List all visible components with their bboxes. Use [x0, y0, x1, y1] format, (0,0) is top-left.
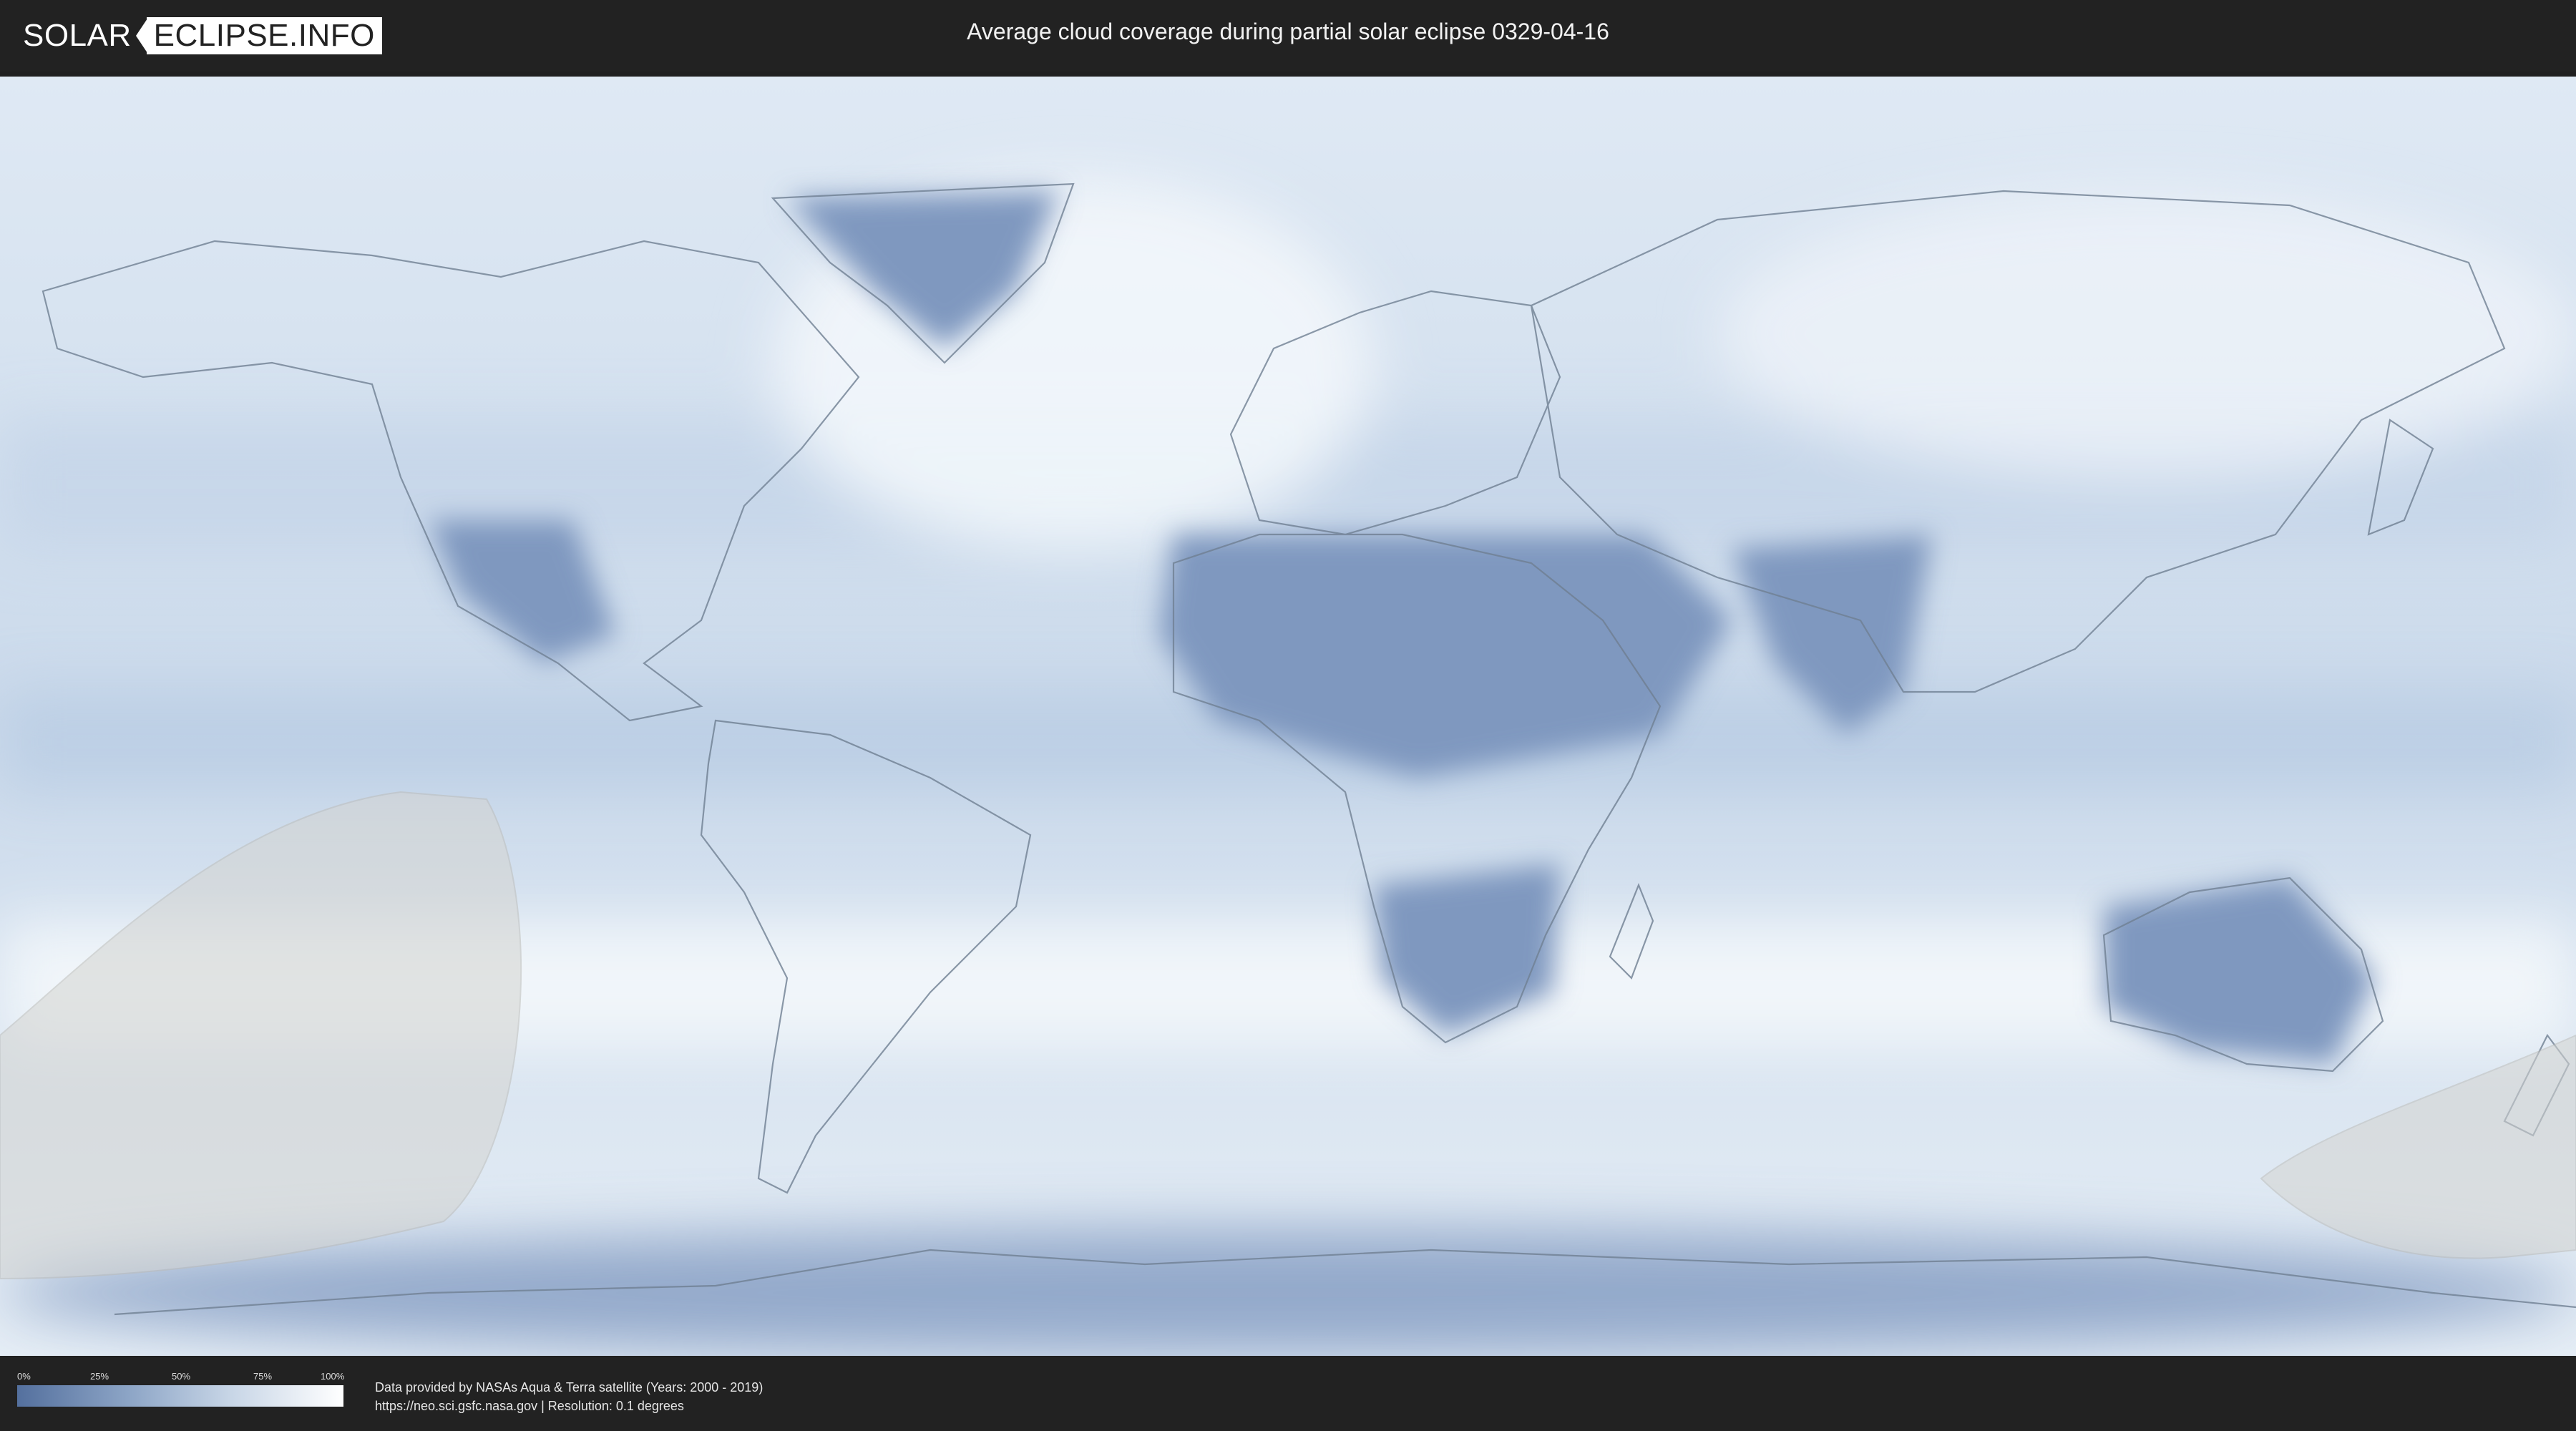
legend-label-0: 0% — [17, 1371, 31, 1382]
legend-label-100: 100% — [321, 1371, 345, 1382]
legend-label-50: 50% — [172, 1371, 191, 1382]
credits-line-2[interactable]: https://neo.sci.gsfc.nasa.gov | Resoluti… — [375, 1397, 763, 1415]
footer-bar: 0% 25% 50% 75% 100% Data provided by NAS… — [0, 1357, 2576, 1431]
legend-label-75: 75% — [253, 1371, 273, 1382]
cloud-coverage-map[interactable] — [0, 77, 2576, 1356]
legend-color-bar — [17, 1385, 343, 1407]
legend-label-25: 25% — [90, 1371, 109, 1382]
page-title: Average cloud coverage during partial so… — [967, 19, 1609, 44]
world-map-svg — [0, 77, 2576, 1356]
cloud-coverage-legend: 0% 25% 50% 75% 100% — [17, 1371, 345, 1407]
data-credits: Data provided by NASAs Aqua & Terra sate… — [375, 1378, 763, 1415]
header-bar: SOLAR ECLIPSE.INFO Average cloud coverag… — [0, 0, 2576, 72]
credits-line-1: Data provided by NASAs Aqua & Terra sate… — [375, 1380, 763, 1395]
legend-labels: 0% 25% 50% 75% 100% — [17, 1371, 345, 1384]
